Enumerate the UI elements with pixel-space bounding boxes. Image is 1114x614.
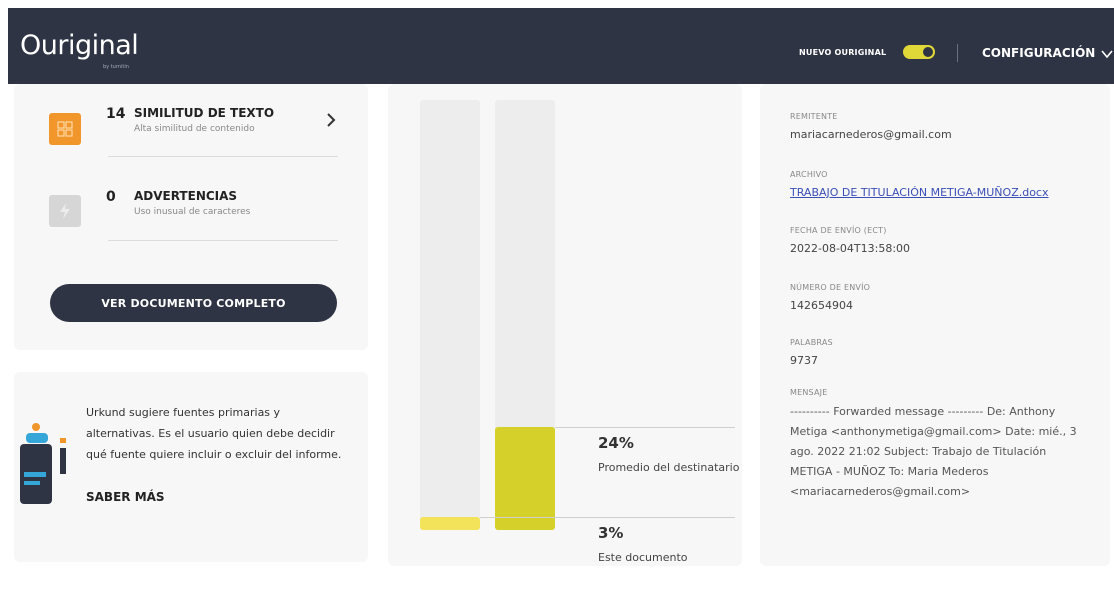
archivo-label: ARCHIVO [790, 170, 828, 179]
document-percentage: 3% [598, 524, 624, 542]
ouriginal-logo[interactable]: Ouriginal [20, 30, 139, 61]
nuevo-ouriginal-toggle[interactable] [903, 45, 935, 59]
mensaje-text: ---------- Forwarded message --------- D… [790, 405, 1077, 498]
fecha-value: 2022-08-04T13:58:00 [790, 242, 911, 255]
chevron-right-icon[interactable] [324, 112, 338, 128]
numero-label: NÚMERO DE ENVÍO [790, 283, 871, 292]
warnings-count: 0 [106, 189, 116, 205]
top-bar: Ouriginal by turnitin NUEVO OURIGINAL CO… [8, 8, 1114, 84]
configuracion-menu[interactable]: CONFIGURACIÓN [982, 46, 1095, 60]
logo-byline: by turnitin [103, 64, 129, 70]
document-marker-line [480, 517, 735, 519]
document-bar [420, 517, 480, 530]
saber-mas-link[interactable]: SABER MÁS [86, 490, 165, 504]
palabras-value: 9737 [790, 354, 818, 367]
average-label: Promedio del destinatario [598, 461, 740, 474]
divider [957, 44, 958, 62]
separator [108, 240, 338, 241]
mensaje-label: MENSAJE [790, 388, 828, 397]
nuevo-ouriginal-label: NUEVO OURIGINAL [799, 48, 887, 57]
similarity-count: 14 [106, 106, 126, 122]
chevron-down-icon[interactable] [1101, 48, 1113, 60]
document-label: Este documento [598, 551, 688, 564]
document-bar-track [420, 100, 480, 530]
archivo-link[interactable]: TRABAJO DE TITULACIÓN METIGA-MUÑOZ.docx [790, 186, 1049, 199]
separator [108, 156, 338, 157]
similarity-icon [49, 113, 81, 145]
warnings-title[interactable]: ADVERTENCIAS [134, 189, 237, 203]
similarity-title[interactable]: SIMILITUD DE TEXTO [134, 106, 274, 120]
fecha-label: FECHA DE ENVÍO (ECT) [790, 226, 887, 235]
remitente-label: REMITENTE [790, 112, 838, 121]
palabras-label: PALABRAS [790, 338, 833, 347]
average-bar [495, 426, 555, 530]
robot-illustration-icon [20, 423, 66, 504]
warning-icon [49, 195, 81, 227]
toggle-knob [923, 47, 933, 57]
numero-value: 142654904 [790, 299, 853, 312]
average-percentage: 24% [598, 434, 634, 452]
similarity-subtitle: Alta similitud de contenido [134, 124, 255, 134]
tip-text: Urkund sugiere fuentes primarias y alter… [86, 406, 342, 461]
remitente-value: mariacarnederos@gmail.com [790, 128, 952, 141]
average-marker-line [555, 426, 735, 428]
ver-documento-completo-button[interactable]: VER DOCUMENTO COMPLETO [50, 284, 337, 322]
warnings-subtitle: Uso inusual de caracteres [134, 207, 251, 217]
